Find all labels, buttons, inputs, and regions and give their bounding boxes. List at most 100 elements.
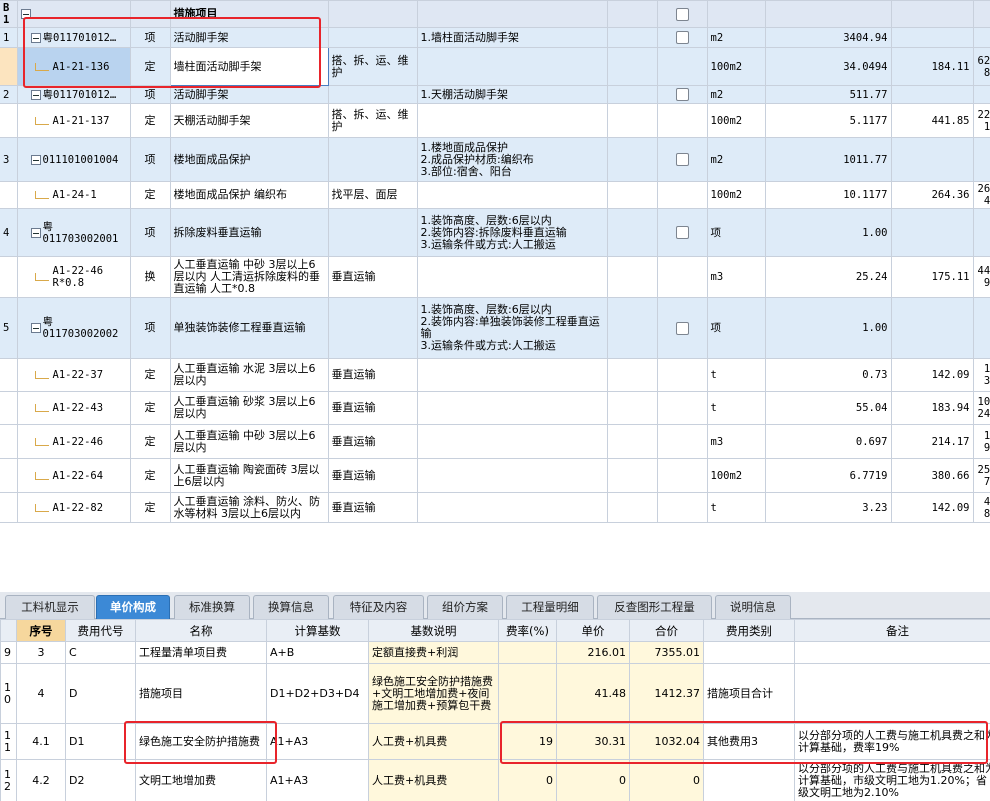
item-work-content[interactable]: 垂直运输 xyxy=(327,458,418,493)
quota-row[interactable]: A1-21-136 定 墙柱面活动脚手架 搭、拆、运、维护 100m2 34.0… xyxy=(0,47,990,86)
fee-code[interactable]: D xyxy=(65,663,136,724)
item-checkbox-cell[interactable] xyxy=(656,181,708,209)
item-work-content[interactable]: 垂直运输 xyxy=(327,256,418,298)
item-work-content[interactable] xyxy=(327,137,418,182)
tab-8[interactable]: 反查图形工程量 xyxy=(597,595,712,619)
item-work-content[interactable]: 搭、拆、运、维护 xyxy=(327,47,418,86)
bill-item-row[interactable]: 3 011101001004 项 楼地面成品保护 1.楼地面成品保护 2.成品保护… xyxy=(0,137,990,182)
bill-item-row[interactable]: 1 粤011701012… 项 活动脚手架 1.墙柱面活动脚手架 m2 3404… xyxy=(0,27,990,48)
item-quantity[interactable]: 3.23 xyxy=(764,492,892,523)
price-row[interactable]: 11 4.1 D1 绿色施工安全防护措施费 A1+A3 人工费+机具费 19 3… xyxy=(0,723,990,760)
item-checkbox-cell[interactable] xyxy=(656,27,708,48)
item-feature-desc[interactable]: 1.墙柱面活动脚手架 xyxy=(416,27,608,48)
tab-6[interactable]: 组价方案 xyxy=(427,595,503,619)
item-work-content[interactable] xyxy=(327,208,418,257)
checkbox-icon[interactable] xyxy=(675,88,689,101)
item-work-content[interactable]: 垂直运输 xyxy=(327,358,418,392)
column-header[interactable]: 基数说明 xyxy=(368,619,499,642)
column-header[interactable]: 名称 xyxy=(135,619,267,642)
minus-icon[interactable] xyxy=(30,32,41,43)
item-quantity[interactable]: 0.697 xyxy=(764,424,892,459)
item-work-content[interactable] xyxy=(327,297,418,359)
minus-icon[interactable] xyxy=(20,9,31,19)
price-row[interactable]: 9 3 C 工程量清单项目费 A+B 定额直接费+利润 216.01 7355.… xyxy=(0,641,990,664)
fee-code[interactable]: D1 xyxy=(65,723,136,760)
column-header[interactable]: 备注 xyxy=(794,619,990,642)
quota-code[interactable]: A1-21-137 xyxy=(16,103,131,138)
item-code[interactable]: 粤011701012… xyxy=(16,27,131,48)
quota-row[interactable]: A1-22-37 定 人工垂直运输 水泥 3层以上6层以内 垂直运输 t 0.7… xyxy=(0,358,990,392)
item-quantity[interactable]: 0.73 xyxy=(764,358,892,392)
quota-row[interactable]: A1-22-82 定 人工垂直运输 涂料、防火、防水等材料 3层以上6层以内 垂… xyxy=(0,492,990,523)
collapse-toggle[interactable] xyxy=(16,0,131,28)
item-work-content[interactable]: 垂直运输 xyxy=(327,424,418,459)
checkbox-icon[interactable] xyxy=(675,153,689,166)
item-checkbox-cell[interactable] xyxy=(656,208,708,257)
bill-item-row[interactable]: 2 粤011701012… 项 活动脚手架 1.天棚活动脚手架 m2 511.7… xyxy=(0,85,990,104)
quota-code[interactable]: A1-22-46 R*0.8 xyxy=(16,256,131,298)
item-quantity[interactable]: 34.0494 xyxy=(764,47,892,86)
item-quantity[interactable]: 10.1177 xyxy=(764,181,892,209)
item-name[interactable]: 单独装饰装修工程垂直运输 xyxy=(169,297,329,359)
item-code[interactable]: 粤 011703002002 xyxy=(16,297,131,359)
item-feature-desc[interactable] xyxy=(416,256,608,298)
checkbox-icon[interactable] xyxy=(675,321,689,335)
minus-icon[interactable] xyxy=(30,227,41,238)
item-checkbox-cell[interactable] xyxy=(656,391,708,425)
tab-5[interactable]: 特征及内容 xyxy=(333,595,424,619)
fee-category[interactable] xyxy=(703,759,795,801)
item-code[interactable]: 粤 011703002001 xyxy=(16,208,131,257)
quota-code[interactable]: A1-22-82 xyxy=(16,492,131,523)
item-checkbox-cell[interactable] xyxy=(656,137,708,182)
item-name[interactable]: 活动脚手架 xyxy=(169,85,329,104)
item-quantity[interactable]: 5.1177 xyxy=(764,103,892,138)
item-checkbox-cell[interactable] xyxy=(656,297,708,359)
bill-item-row[interactable]: 5 粤 011703002002 项 单独装饰装修工程垂直运输 1.装饰高度、层数… xyxy=(0,297,990,359)
item-feature-desc[interactable]: 1.楼地面成品保护 2.成品保护材质:编织布 3.部位:宿舍、阳台 xyxy=(416,137,608,182)
fee-base[interactable]: A+B xyxy=(266,641,369,664)
fee-code[interactable]: D2 xyxy=(65,759,136,801)
item-work-content[interactable]: 找平层、面层 xyxy=(327,181,418,209)
item-quantity[interactable]: 1011.77 xyxy=(764,137,892,182)
item-checkbox-cell[interactable] xyxy=(656,458,708,493)
fee-rate[interactable] xyxy=(498,663,557,724)
item-feature-desc[interactable] xyxy=(416,492,608,523)
tab-7[interactable]: 工程量明细 xyxy=(506,595,594,619)
grid-root-row[interactable]: B1 措施项目 xyxy=(0,0,990,28)
item-checkbox-cell[interactable] xyxy=(656,47,708,86)
item-checkbox-cell[interactable] xyxy=(656,492,708,523)
column-header[interactable]: 合价 xyxy=(629,619,704,642)
fee-name[interactable]: 措施项目 xyxy=(135,663,267,724)
checkbox-icon[interactable] xyxy=(675,226,689,239)
quota-code[interactable]: A1-22-37 xyxy=(16,358,131,392)
column-header[interactable]: 计算基数 xyxy=(266,619,369,642)
fee-category[interactable]: 其他费用3 xyxy=(703,723,795,760)
price-row[interactable]: 12 4.2 D2 文明工地增加费 A1+A3 人工费+机具费 0 0 0 以分… xyxy=(0,759,990,801)
item-quantity[interactable]: 6.7719 xyxy=(764,458,892,493)
tab-2[interactable]: 单价构成 xyxy=(96,595,170,619)
fee-category[interactable]: 措施项目合计 xyxy=(703,663,795,724)
item-code[interactable]: 011101001004 xyxy=(16,137,131,182)
fee-note[interactable] xyxy=(794,663,990,724)
item-name[interactable]: 天棚活动脚手架 xyxy=(169,103,329,138)
fee-note[interactable]: 以分部分项的人工费与施工机具费之和为计算基础，费率19% xyxy=(794,723,990,760)
quota-row[interactable]: A1-22-43 定 人工垂直运输 砂浆 3层以上6层以内 垂直运输 t 55.… xyxy=(0,391,990,425)
item-work-content[interactable]: 搭、拆、运、维护 xyxy=(327,103,418,138)
item-name[interactable]: 人工垂直运输 陶瓷面砖 3层以上6层以内 xyxy=(169,458,329,493)
fee-rate[interactable]: 19 xyxy=(498,723,557,760)
item-name[interactable]: 人工垂直运输 涂料、防火、防水等材料 3层以上6层以内 xyxy=(169,492,329,523)
item-feature-desc[interactable] xyxy=(416,458,608,493)
fee-name[interactable]: 文明工地增加费 xyxy=(135,759,267,801)
item-feature-desc[interactable] xyxy=(416,47,608,86)
item-name[interactable]: 人工垂直运输 水泥 3层以上6层以内 xyxy=(169,358,329,392)
item-work-content[interactable]: 垂直运输 xyxy=(327,391,418,425)
fee-code[interactable]: C xyxy=(65,641,136,664)
item-name[interactable]: 人工垂直运输 中砂 3层以上6层以内 xyxy=(169,424,329,459)
column-header[interactable]: 单价 xyxy=(556,619,630,642)
fee-note[interactable]: 以分部分项的人工费与施工机具费之和为计算基础，市级文明工地为1.20%；省级文明… xyxy=(794,759,990,801)
quota-code[interactable]: A1-22-64 xyxy=(16,458,131,493)
checkbox-icon[interactable] xyxy=(675,31,689,44)
fee-name[interactable]: 工程量清单项目费 xyxy=(135,641,267,664)
item-name[interactable]: 墙柱面活动脚手架 xyxy=(169,47,329,86)
quota-row[interactable]: A1-22-46 定 人工垂直运输 中砂 3层以上6层以内 垂直运输 m3 0.… xyxy=(0,424,990,459)
